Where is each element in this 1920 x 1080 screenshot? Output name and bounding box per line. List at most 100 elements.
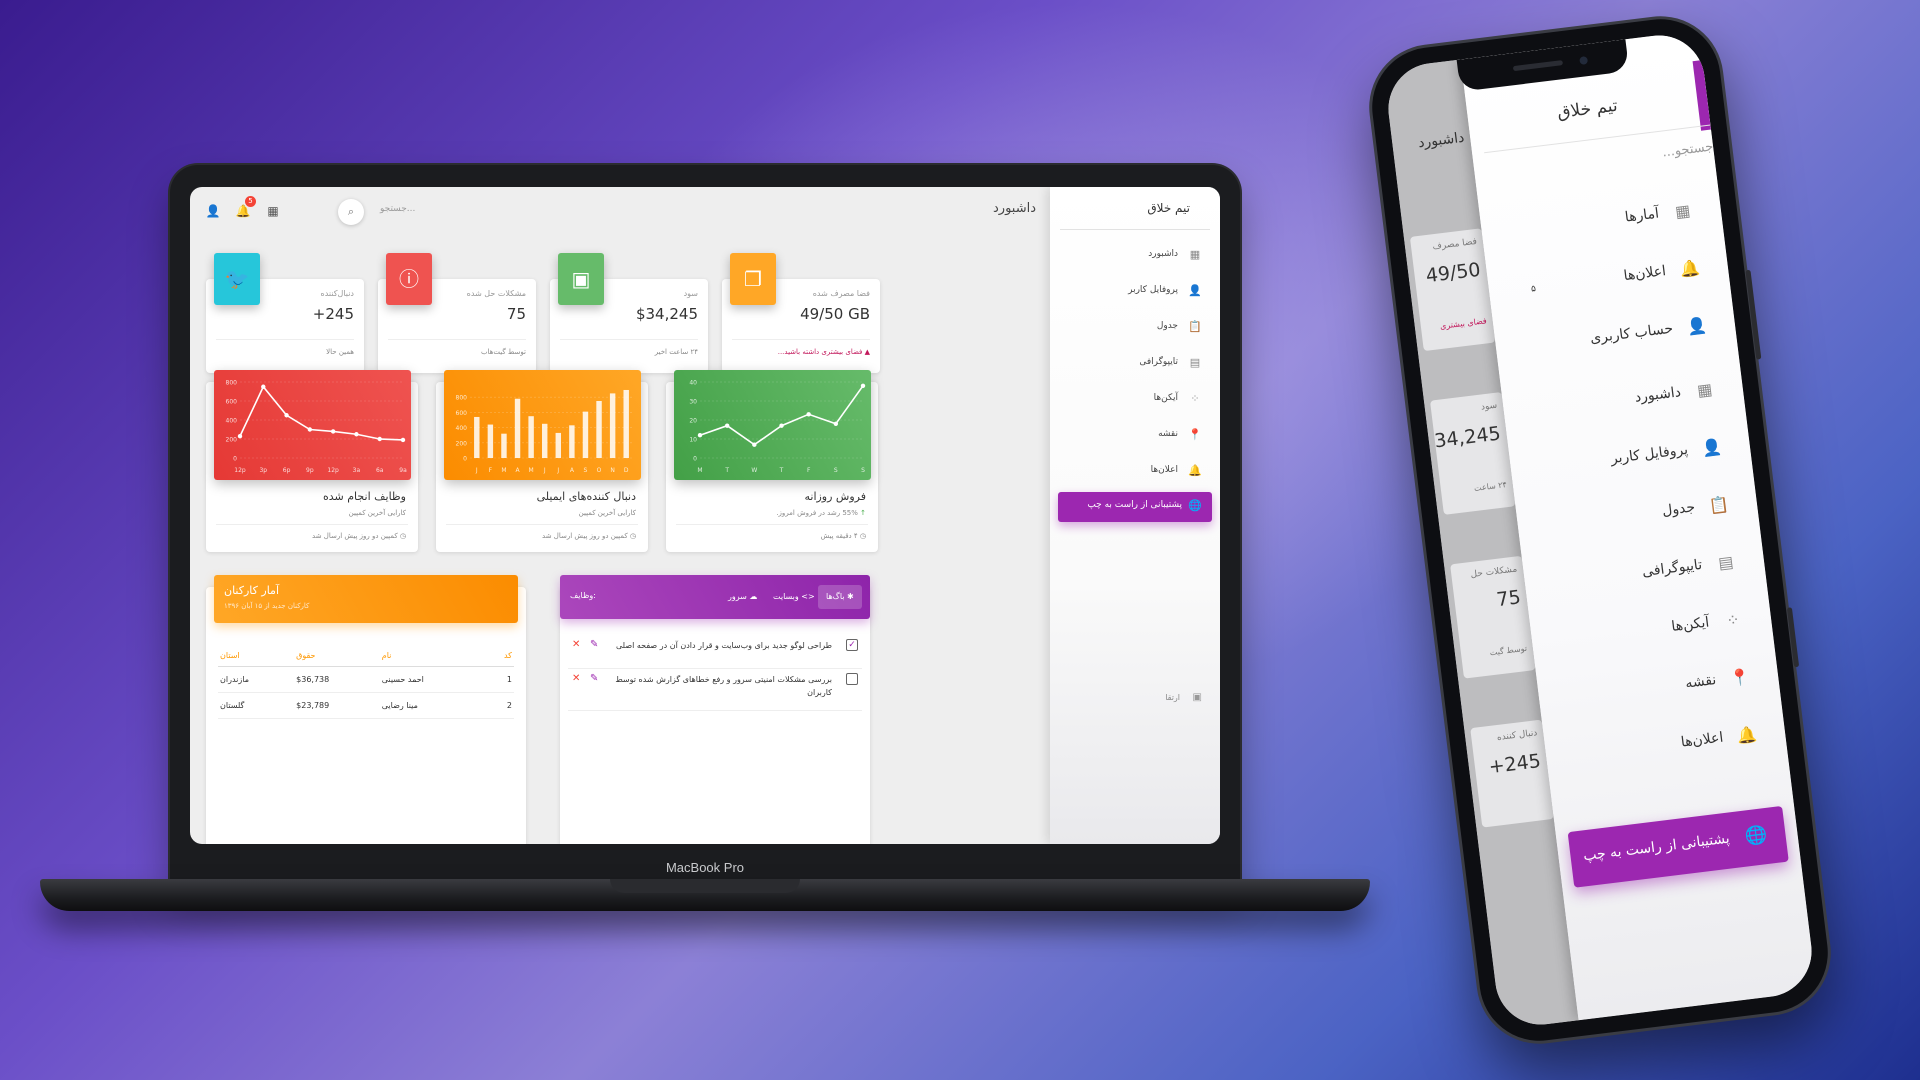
chart-footer: ◷ ۴ دقیقه پیش [821, 532, 866, 540]
chart-card-sales: 0 10 20 30 40 M T W T F S S فروش روزانه ↑ 55% رشد د… [666, 370, 878, 552]
rtl-support-button[interactable]: 🌐 پشتیبانی از راست به چپ [1058, 492, 1212, 522]
mini-value: 34,245 [1433, 422, 1502, 453]
phone-item-label: پروفایل کاربر [1609, 441, 1689, 468]
sidebar-item-icons[interactable]: ⁘ آیکن‌ها [1060, 388, 1210, 414]
sidebar-item-typography[interactable]: ▤ تایپوگرافی [1060, 352, 1210, 378]
sidebar-item-notifications[interactable]: 🔔 اعلان‌ها [1060, 460, 1210, 486]
speaker [1512, 60, 1564, 72]
mini-category: مشکلات حل [1470, 564, 1518, 581]
mini-footer: ۲۴ ساعت [1473, 480, 1508, 494]
phone-page-title: داشبورد [1417, 129, 1466, 152]
stat-footer-link[interactable]: ▲ فضای بیشتری داشته باشید... [778, 348, 870, 356]
phone-item-account[interactable]: 👤 حساب کاربری [1506, 304, 1737, 371]
sidebar-item-profile[interactable]: 👤 پروفایل کاربر [1060, 280, 1210, 306]
clock-icon: ◷ [627, 532, 636, 540]
phone-rtl-support-label: پشتیبانی از راست به چپ [1582, 830, 1731, 865]
sidebar-item-table[interactable]: 📋 جدول [1060, 316, 1210, 342]
mini-value: 75 [1495, 586, 1522, 612]
table-row[interactable]: مازندران $36,738 احمد حسینی 1 [218, 666, 514, 693]
divider [1060, 229, 1210, 230]
task-checkbox[interactable]: ✓ [846, 639, 858, 651]
location-icon: 📍 [1188, 428, 1202, 441]
laptop-brand: MacBook Pro [665, 860, 745, 875]
phone-item-notifications[interactable]: ۵ 🔔 اعلان‌ها [1499, 247, 1730, 314]
sidebar-item-map[interactable]: 📍 نقشه [1060, 424, 1210, 450]
data-point [237, 433, 243, 439]
close-icon[interactable]: ✕ [572, 639, 580, 650]
phone-item-stats[interactable]: ▦ آمارها [1492, 189, 1723, 256]
stat-category: فضا مصرف شده [812, 289, 870, 298]
phone-item-table[interactable]: 📋 جدول [1528, 483, 1759, 550]
phone-mini-card: مشکلات حل 75 توسط گیت [1450, 555, 1536, 679]
tab-server[interactable]: سرور ☁ [720, 585, 765, 609]
x-tick-label: S [834, 467, 838, 474]
table-cell: گلستان [218, 692, 295, 719]
phone-item-dashboard[interactable]: ▦ داشبورد [1514, 368, 1745, 435]
edit-icon[interactable]: ✎ [590, 673, 598, 684]
data-point [833, 421, 839, 426]
data-point [377, 436, 382, 442]
bell-icon: 🔔 [1188, 464, 1202, 477]
globe-icon: 🌐 [1188, 499, 1202, 512]
table-row[interactable]: گلستان $23,789 مینا رضایی 2 [218, 692, 514, 719]
stat-value: 75 [506, 305, 526, 323]
tab-bugs[interactable]: باگ‌ها ✱ [818, 585, 862, 609]
table-cell: $36,738 [294, 666, 380, 693]
bar-chart: 0 200 400 600 800 J F M A M J J A S O N D [456, 389, 633, 474]
search-input[interactable]: جستجو... [380, 204, 415, 214]
task-checkbox[interactable] [846, 673, 858, 685]
tab-label: وبسایت [773, 592, 799, 601]
edit-icon[interactable]: ✎ [590, 639, 598, 650]
person-icon: 👤 [1700, 436, 1723, 458]
x-tick-label: A [515, 467, 520, 474]
sidebar-brand[interactable]: تیم خلاق [1147, 201, 1190, 215]
chart-footer: ◷ کمپین دو روز پیش ارسال شد [312, 532, 406, 540]
sidebar-item-label: اعلان‌ها [1150, 465, 1178, 475]
close-icon[interactable]: ✕ [572, 673, 580, 684]
location-icon: 📍 [1728, 666, 1752, 689]
grid-icon[interactable]: ▦ [262, 200, 284, 222]
x-tick-label: 3a [353, 467, 361, 474]
x-tick-label: 12p [327, 467, 339, 474]
phone-item-label: حساب کاربری [1589, 320, 1674, 347]
sidebar-item-label: پروفایل کاربر [1128, 285, 1178, 295]
phone-screen: داشبورد فضا مصرف 49/50 فضای بیشتری سود 3… [1383, 30, 1817, 1030]
table-cell: احمد حسینی [379, 666, 487, 693]
phone-item-label: تایپوگرافی [1641, 556, 1703, 581]
x-tick-label: M [501, 467, 506, 474]
topbar: 👤 🔔 5 ▦ ⌕ جستجو... داشبورد [190, 187, 1050, 237]
table-cell: $23,789 [294, 692, 380, 719]
y-tick-label: 400 [226, 418, 238, 425]
phone-item-map[interactable]: 📍 نقشه [1549, 656, 1780, 723]
stat-value: 49/50 GB [800, 305, 870, 323]
phone-rtl-support-button[interactable]: 🌐 پشتیبانی از راست به چپ [1567, 805, 1789, 888]
search-icon: ⌕ [347, 205, 355, 218]
chart-title: دنبال کننده‌های ایمیلی [536, 490, 636, 503]
sidebar-item-label: آیکن‌ها [1153, 393, 1178, 403]
y-tick-label: 0 [693, 456, 697, 463]
x-tick-label: M [697, 467, 702, 474]
camera [1579, 56, 1589, 65]
tab-website[interactable]: وبسایت <> [765, 585, 823, 609]
chart-title: فروش روزانه [804, 490, 866, 503]
chart-title: وظایف انجام شده [323, 490, 406, 503]
library-icon: ▤ [1189, 356, 1201, 369]
phone-item-notifications-2[interactable]: 🔔 اعلان‌ها [1556, 713, 1787, 780]
x-tick-label: W [751, 467, 757, 474]
x-tick-label: T [724, 467, 729, 474]
phone-item-profile[interactable]: 👤 پروفایل کاربر [1521, 425, 1752, 492]
person-icon[interactable]: 👤 [202, 200, 224, 222]
table-cell: مازندران [218, 666, 295, 693]
y-tick-label: 30 [689, 399, 697, 406]
x-tick-label: O [597, 467, 602, 474]
sidebar-item-dashboard[interactable]: ▦ داشبورد [1060, 244, 1210, 270]
phone-item-icons[interactable]: ⁘ آیکن‌ها [1542, 598, 1773, 665]
divider [676, 524, 868, 525]
sidebar-item-label: نقشه [1158, 429, 1178, 439]
bell-icon[interactable]: 🔔 5 [232, 196, 256, 222]
upgrade-link[interactable]: ارتقا [1165, 693, 1180, 702]
search-button[interactable]: ⌕ [338, 199, 364, 225]
phone-search-input[interactable]: جستجو... [1662, 139, 1715, 160]
phone-brand[interactable]: تیم خلاق [1556, 96, 1618, 123]
phone-item-typography[interactable]: ▤ تایپوگرافی [1535, 540, 1766, 607]
